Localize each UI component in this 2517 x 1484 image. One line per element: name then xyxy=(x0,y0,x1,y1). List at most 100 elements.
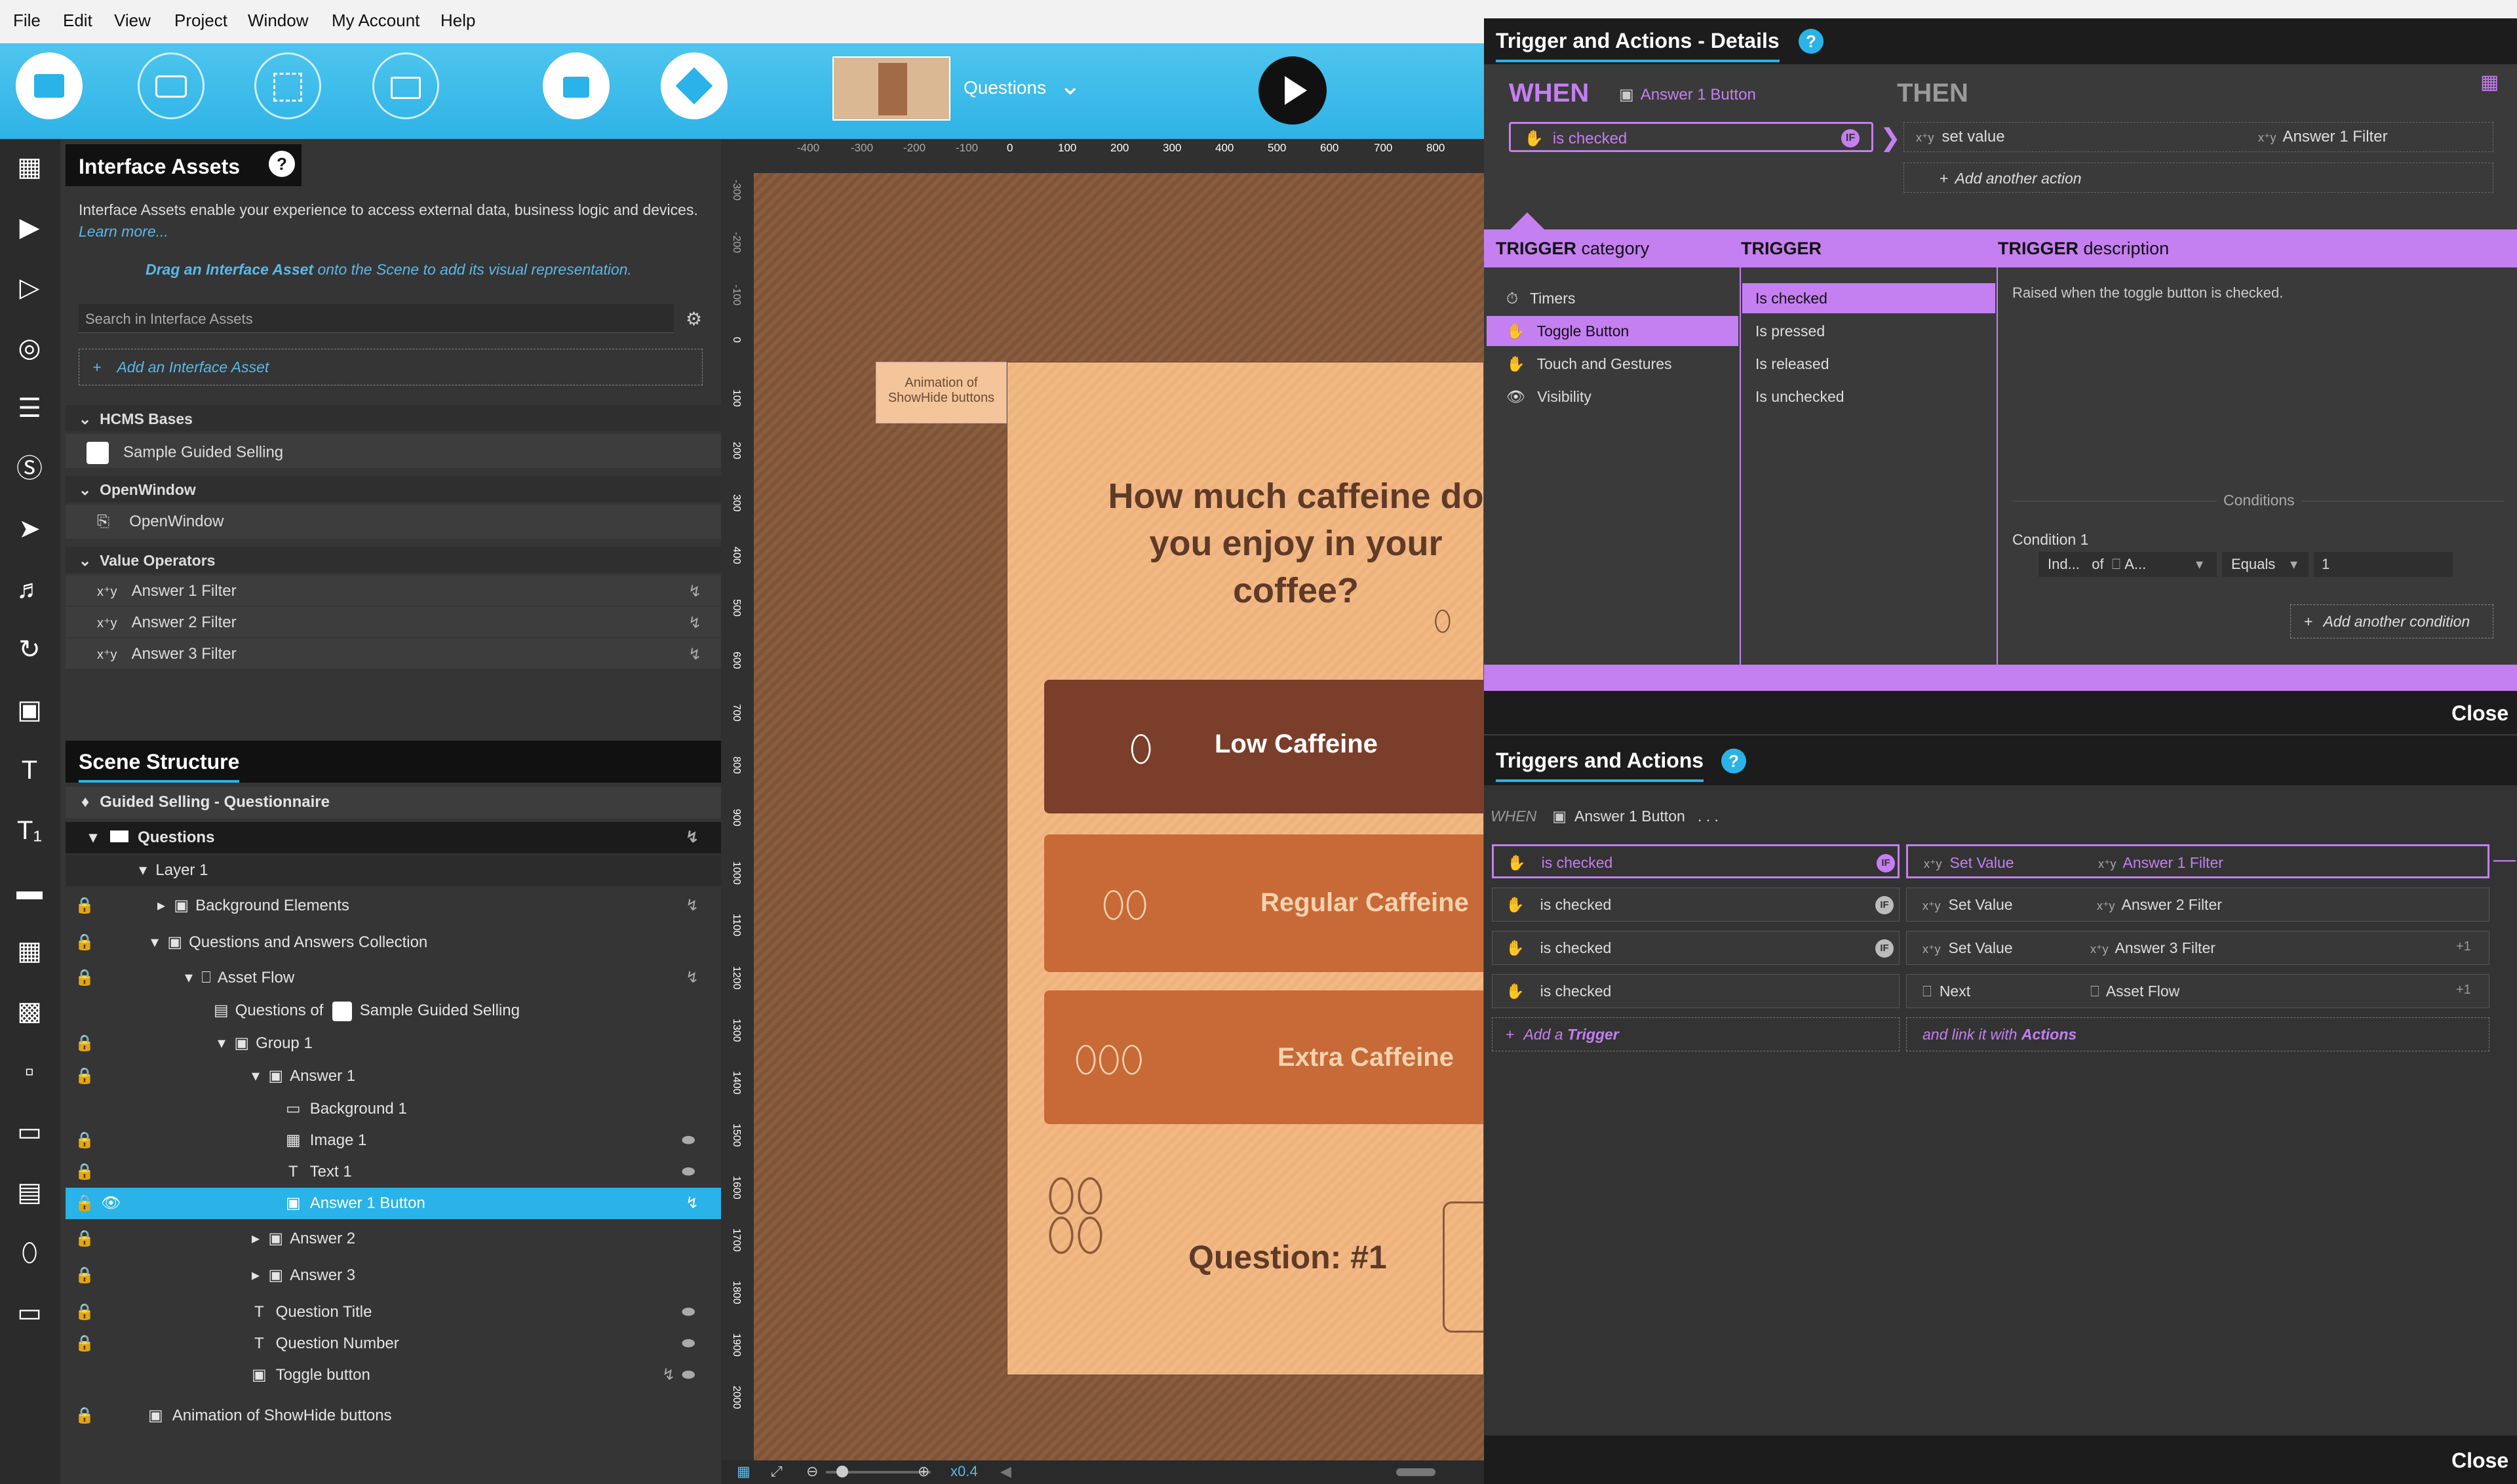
grid-icon[interactable]: ▦ xyxy=(737,1463,751,1480)
help-icon[interactable]: ? xyxy=(1799,29,1824,54)
answer-3-button[interactable]: ⬯⬯⬯ Extra Caffeine xyxy=(1044,990,1483,1124)
trigger-row-3[interactable]: ✋ is checked IF xyxy=(1492,931,1900,965)
close-button[interactable]: Close xyxy=(2451,1449,2508,1473)
lock-icon[interactable]: 🔒 xyxy=(75,890,94,922)
layers-button[interactable] xyxy=(661,52,728,119)
screen-view-button[interactable] xyxy=(16,52,83,119)
tree-node-questions-of[interactable]: ▤ Questions of Sample Guided Selling xyxy=(66,995,721,1026)
tree-node-group-1[interactable]: 🔒 ▾ ▣ Group 1 xyxy=(66,1028,721,1059)
assets-button[interactable] xyxy=(543,52,610,119)
rectangle-icon[interactable]: ▭ xyxy=(10,1295,49,1331)
add-action-button[interactable]: + Add another action xyxy=(1903,163,2493,193)
tree-node-toggle-button[interactable]: ▣ Toggle button ↯ ⬬ xyxy=(66,1359,721,1391)
if-condition-icon[interactable]: IF xyxy=(1877,854,1895,872)
lock-icon[interactable]: 🔒 xyxy=(75,927,94,958)
web-icon[interactable]: Ⓢ xyxy=(10,451,49,486)
add-trigger-button[interactable]: + Add a Trigger xyxy=(1492,1017,1900,1051)
project-folder-button[interactable] xyxy=(372,52,439,119)
remove-icon[interactable]: — xyxy=(2493,847,2516,872)
category-visibility[interactable]: 👁 Visibility xyxy=(1487,381,1738,412)
menu-window[interactable]: Window xyxy=(248,10,308,31)
visibility-icon[interactable]: ⬬ xyxy=(682,1156,695,1188)
then-action-row[interactable]: x⁺y set value x⁺y Answer 1 Filter xyxy=(1903,122,2493,152)
answer-2-button[interactable]: ⬯⬯ Regular Caffeine xyxy=(1044,834,1483,972)
tree-node-image-1[interactable]: 🔒 ▦ Image 1 ⬬ xyxy=(66,1125,721,1156)
add-interface-asset-button[interactable]: + Add an Interface Asset xyxy=(79,349,703,385)
lock-icon[interactable]: 🔒 xyxy=(75,1400,94,1432)
list-item[interactable]: x⁺y Answer 3 Filter ↯ xyxy=(66,638,721,669)
condition-field-select[interactable]: Ind... of ⎕ A... ▾ xyxy=(2039,552,2217,577)
rich-text-icon[interactable]: T₁ xyxy=(10,813,49,848)
more-icon[interactable]: . . . xyxy=(1698,808,1719,825)
menu-help[interactable]: Help xyxy=(440,10,475,31)
help-icon[interactable]: ? xyxy=(1721,749,1746,773)
webcam-icon[interactable]: ◎ xyxy=(10,330,49,366)
when-trigger-selector[interactable]: ✋ is checked IF xyxy=(1509,122,1873,152)
text-input-icon[interactable]: ▩ xyxy=(10,994,49,1029)
tree-node-animation[interactable]: 🔒 ▣ Animation of ShowHide buttons xyxy=(66,1400,721,1432)
close-button[interactable]: Close xyxy=(2451,701,2508,726)
chevron-down-icon[interactable]: ⌄ xyxy=(1059,71,1082,101)
html5-icon[interactable]: ▣ xyxy=(10,692,49,728)
visibility-icon[interactable]: ⬬ xyxy=(682,1297,695,1328)
lock-icon[interactable]: 🔒 xyxy=(75,1297,94,1328)
visibility-icon[interactable]: ⬬ xyxy=(682,1125,695,1156)
list-item[interactable]: Sample Guided Selling xyxy=(66,434,721,468)
scene-thumbnail[interactable] xyxy=(832,56,950,121)
search-input[interactable]: Search in Interface Assets xyxy=(79,304,674,333)
if-condition-icon[interactable]: IF xyxy=(1841,129,1860,147)
zoom-slider[interactable] xyxy=(826,1466,931,1477)
horizontal-scrollbar[interactable] xyxy=(1396,1468,1435,1476)
eye-icon[interactable]: 👁 xyxy=(101,1188,121,1219)
trigger-row-2[interactable]: ✋ is checked IF xyxy=(1492,888,1900,922)
action-row-4[interactable]: ⎕ Next ⎕ Asset Flow +1 xyxy=(1906,974,2489,1008)
play-button[interactable] xyxy=(1258,56,1327,125)
toggle-icon[interactable]: ▫ xyxy=(10,1054,49,1089)
category-toggle-button[interactable]: ✋ Toggle Button xyxy=(1487,316,1738,346)
flow-view-button[interactable] xyxy=(138,52,205,119)
if-condition-icon[interactable]: IF xyxy=(1875,896,1894,914)
condition-operator-select[interactable]: Equals ▾ xyxy=(2222,552,2309,577)
menu-file[interactable]: File xyxy=(13,10,41,31)
tree-node-questions[interactable]: ▾ Questions ↯ xyxy=(66,822,721,853)
trigger-is-released[interactable]: Is released xyxy=(1742,349,1995,379)
lock-icon[interactable]: 🔒 xyxy=(75,1188,94,1219)
text-icon[interactable]: T xyxy=(10,752,49,788)
tree-node-text-1[interactable]: 🔒 T Text 1 ⬬ xyxy=(66,1156,721,1188)
trigger-is-pressed[interactable]: Is pressed xyxy=(1742,316,1995,346)
trigger-is-checked[interactable]: Is checked xyxy=(1742,283,1995,313)
if-condition-icon[interactable]: IF xyxy=(1875,939,1894,958)
scene-canvas[interactable]: -400 -300 -200 -100 0 100 200 300 400 50… xyxy=(721,139,1484,1484)
tree-node-question-number[interactable]: 🔒 T Question Number ⬬ xyxy=(66,1328,721,1359)
lock-icon[interactable]: 🔒 xyxy=(75,1156,94,1188)
zoom-in-icon[interactable]: ⊕ xyxy=(918,1463,929,1480)
action-row-2[interactable]: x⁺y Set Value x⁺y Answer 2 Filter xyxy=(1906,888,2489,922)
map-view-button[interactable] xyxy=(254,52,321,119)
trigger-is-unchecked[interactable]: Is unchecked xyxy=(1742,381,1995,412)
menu-view[interactable]: View xyxy=(114,10,151,31)
progress-icon[interactable]: ▤ xyxy=(10,1175,49,1210)
visibility-icon[interactable]: ⬬ xyxy=(682,1328,695,1359)
tree-node-layer-1[interactable]: ▾ Layer 1 xyxy=(66,855,721,886)
zoom-out-icon[interactable]: ⊖ xyxy=(806,1463,818,1480)
zoom-slider-handle[interactable] xyxy=(836,1466,848,1477)
lock-icon[interactable]: 🔒 xyxy=(75,1028,94,1059)
menu-edit[interactable]: Edit xyxy=(63,10,92,31)
menu-project[interactable]: Project xyxy=(174,10,227,31)
answer-1-button[interactable]: ⬯ Low Caffeine xyxy=(1044,680,1483,813)
list-icon[interactable]: ☰ xyxy=(10,391,49,426)
list-item[interactable]: x⁺y Answer 2 Filter ↯ xyxy=(66,607,721,637)
action-row-3[interactable]: x⁺y Set Value x⁺y Answer 3 Filter +1 xyxy=(1906,931,2489,965)
link-actions-hint[interactable]: and link it with Actions xyxy=(1906,1017,2489,1051)
menu-my-account[interactable]: My Account xyxy=(332,10,420,31)
help-icon[interactable]: ? xyxy=(269,151,295,177)
section-value-operators[interactable]: ⌄ Value Operators xyxy=(66,547,721,573)
lock-icon[interactable]: 🔒 xyxy=(75,1223,94,1255)
audio-icon[interactable]: ♬ xyxy=(10,572,49,607)
tree-node-answer-1-button[interactable]: 🔒 👁 ▣ Answer 1 Button ↯ xyxy=(66,1188,721,1219)
button-shape-icon[interactable]: ▬ xyxy=(10,873,49,908)
category-timers[interactable]: ⏱ Timers xyxy=(1487,283,1738,313)
tree-node-answer-2[interactable]: 🔒 ▸ ▣ Answer 2 xyxy=(66,1223,721,1255)
table-icon[interactable]: ▦ xyxy=(2480,71,2499,94)
tree-node-asset-flow[interactable]: 🔒 ▾ ⎕ Asset Flow ↯ xyxy=(66,962,721,994)
